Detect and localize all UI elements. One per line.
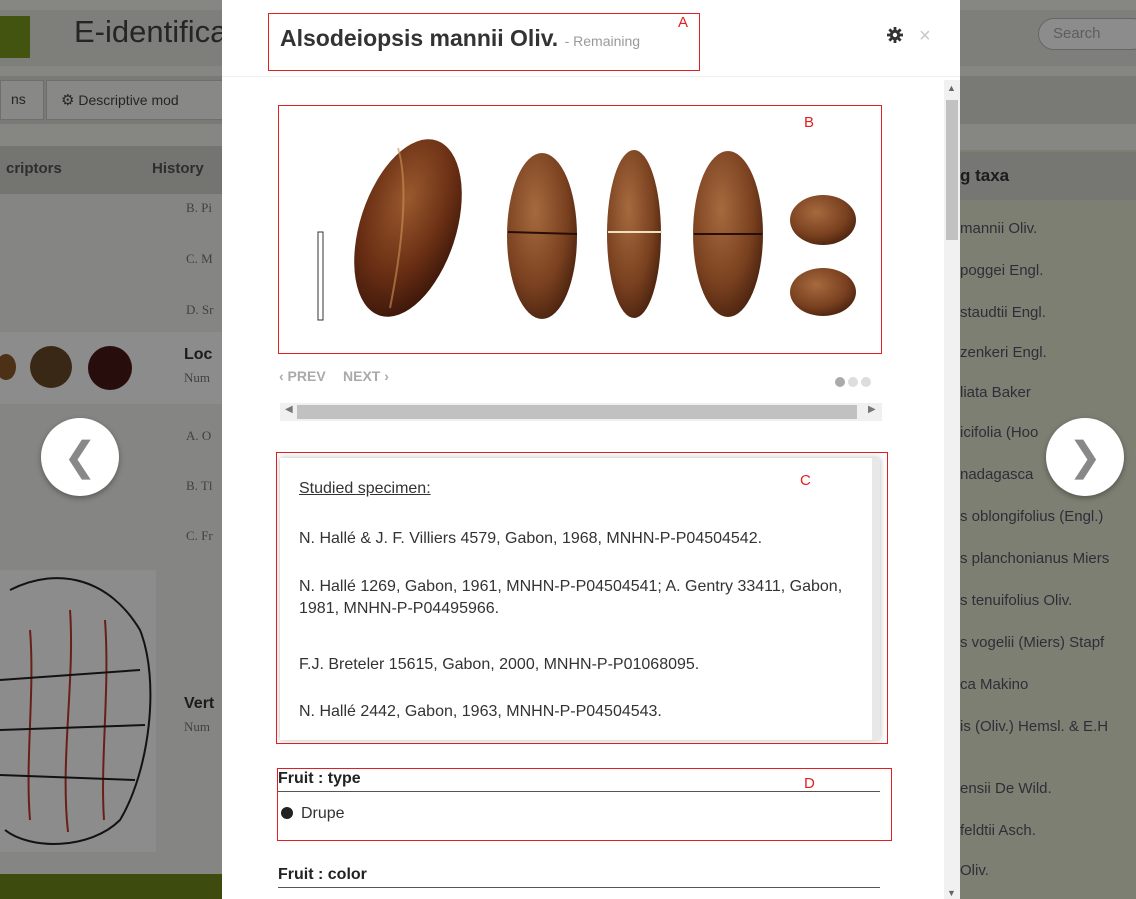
scroll-up-arrow-icon[interactable]: ▲ xyxy=(947,83,956,93)
scroll-down-arrow-icon[interactable]: ▼ xyxy=(947,888,956,898)
annotation-box-c xyxy=(276,452,888,744)
scroll-left-arrow-icon[interactable]: ◀ xyxy=(285,404,293,415)
close-button[interactable]: × xyxy=(919,26,931,46)
annotation-label-c: C xyxy=(800,472,811,489)
gear-icon xyxy=(887,27,903,43)
annotation-box-a xyxy=(268,13,700,71)
divider xyxy=(278,887,880,888)
annotation-box-d xyxy=(277,768,892,841)
pager-dot[interactable] xyxy=(861,377,871,387)
annotation-label-d: D xyxy=(804,775,815,792)
previous-taxon-button[interactable]: ❮ xyxy=(41,418,119,496)
pager-dot[interactable] xyxy=(848,377,858,387)
chevron-right-icon: ❯ xyxy=(1068,435,1102,479)
vertical-scroll-thumb[interactable] xyxy=(946,100,958,240)
settings-button[interactable] xyxy=(886,26,904,44)
close-icon: × xyxy=(919,25,931,47)
pager-dot[interactable] xyxy=(835,377,845,387)
horizontal-scrollbar[interactable]: ◀ ▶ xyxy=(280,403,882,421)
descriptor-title-fruit-color: Fruit : color xyxy=(278,866,367,883)
annotation-box-b xyxy=(278,105,882,354)
taxon-modal: Alsodeiopsis mannii Oliv. - Remaining × … xyxy=(222,0,960,899)
scroll-right-arrow-icon[interactable]: ▶ xyxy=(868,404,876,415)
horizontal-scroll-thumb[interactable] xyxy=(297,405,857,419)
image-pager-dots xyxy=(832,374,871,392)
annotation-label-a: A xyxy=(678,14,689,31)
next-taxon-button[interactable]: ❯ xyxy=(1046,418,1124,496)
chevron-left-icon: ❮ xyxy=(63,435,97,479)
annotation-label-b: B xyxy=(804,114,815,131)
next-image-link[interactable]: NEXT › xyxy=(343,368,389,384)
prev-image-link[interactable]: ‹ PREV xyxy=(279,368,326,384)
